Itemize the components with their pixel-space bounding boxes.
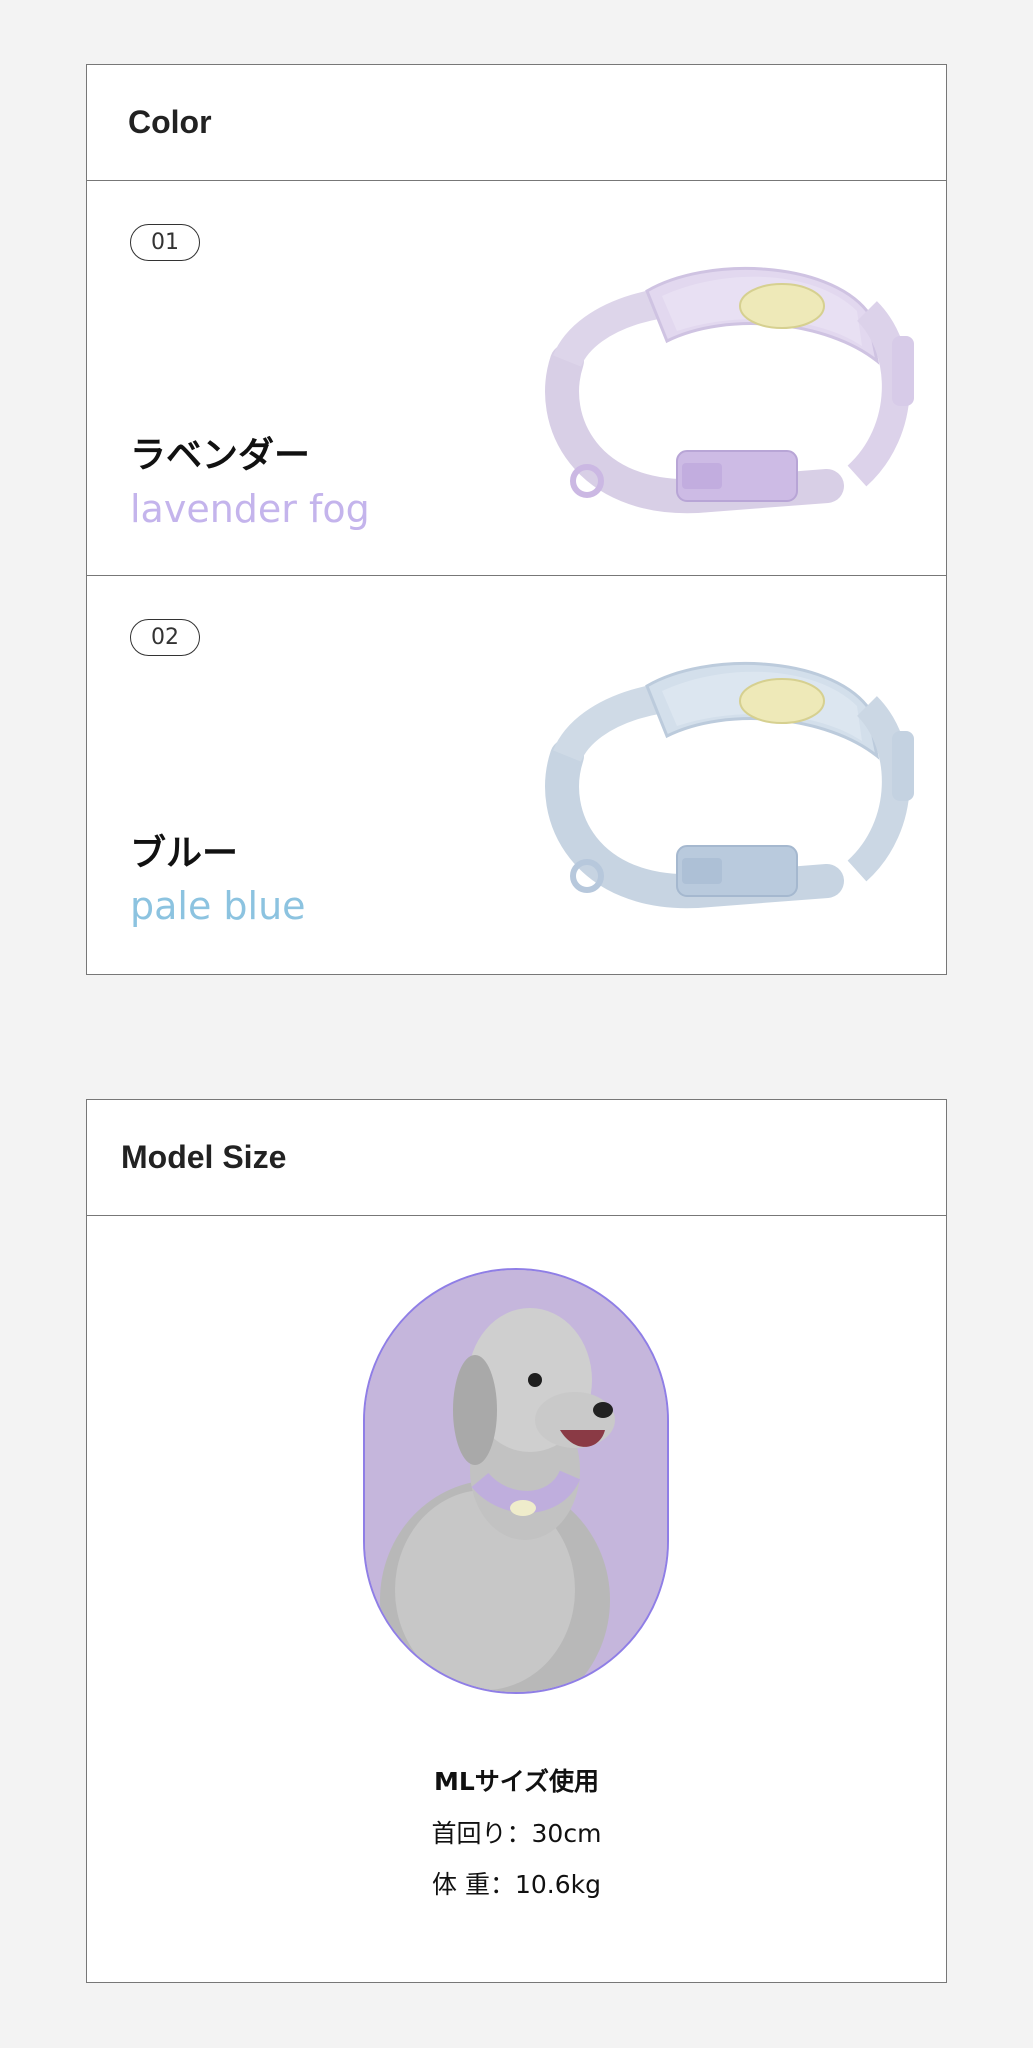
color-name-jp: ラベンダー xyxy=(130,435,311,476)
color-option-lavender: 01 ラベンダー lavender fog xyxy=(87,181,946,575)
model-size-header: Model Size xyxy=(87,1100,946,1216)
number-badge: 01 xyxy=(130,224,200,261)
color-card: Color 01 ラベンダー lavender fog 02 ブルー pale … xyxy=(86,64,947,975)
model-size-title: Model Size xyxy=(121,1139,287,1175)
weight-label: 体 重：10.6kg xyxy=(432,1870,601,1899)
number-badge: 02 xyxy=(130,619,200,656)
color-header: Color xyxy=(87,65,946,181)
model-size-card: Model Size MLサイズ使用 首回り：30cm 体 重：10.6kg xyxy=(86,1099,947,1983)
color-option-blue: 02 ブルー pale blue xyxy=(87,575,946,974)
size-used-label: MLサイズ使用 xyxy=(433,1767,600,1796)
color-title: Color xyxy=(128,104,212,140)
collar-blue-image xyxy=(545,661,914,909)
color-name-en: pale blue xyxy=(130,884,306,928)
collar-lavender-image xyxy=(545,266,914,514)
color-name-en: lavender fog xyxy=(130,487,370,531)
model-size-body: MLサイズ使用 首回り：30cm 体 重：10.6kg xyxy=(87,1216,946,1983)
neck-size-label: 首回り：30cm xyxy=(431,1819,602,1848)
color-name-jp: ブルー xyxy=(130,833,239,874)
dog-photo xyxy=(363,1268,669,1694)
